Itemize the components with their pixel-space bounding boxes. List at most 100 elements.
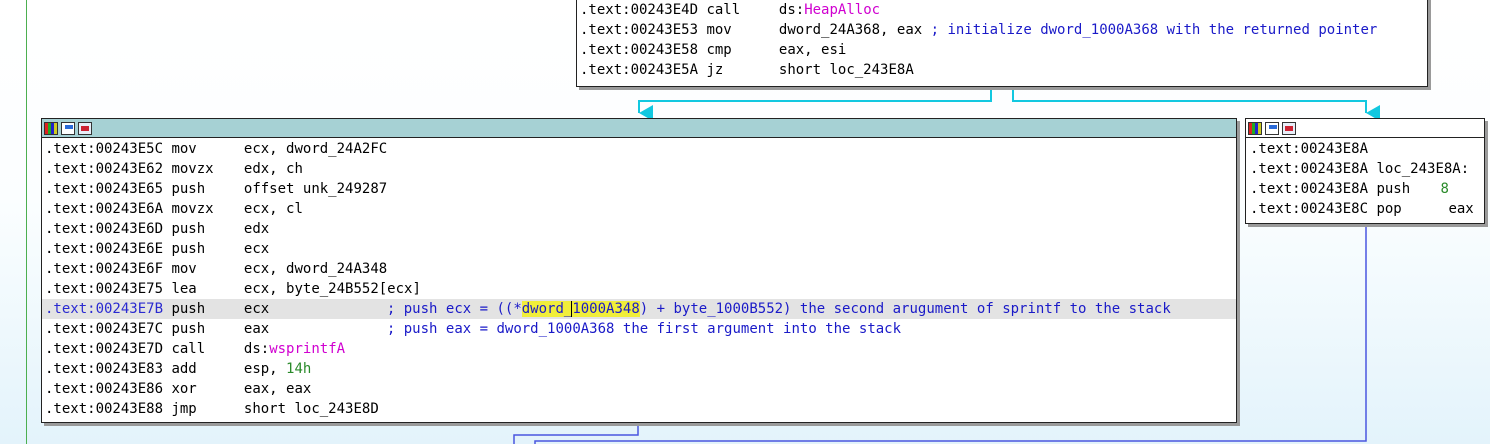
mnemonic: mov (706, 22, 732, 38)
asm-line[interactable]: .text:00243E75 lea ecx, byte_24B552[ecx] (42, 279, 1236, 299)
address: .text:00243E6A (45, 201, 164, 217)
highlighted-identifier[interactable]: 1000A348 (572, 301, 640, 317)
address: .text:00243E88 (45, 401, 164, 417)
address: .text:00243E7C (45, 321, 164, 337)
mnemonic: movzx (171, 161, 214, 177)
address: .text:00243E75 (45, 281, 164, 297)
operand: short loc_243E8A (778, 62, 914, 78)
operand: ds: (243, 341, 270, 357)
asm-line[interactable]: .text:00243E6D push edx (42, 219, 1236, 239)
operand: esp, (243, 361, 287, 377)
mnemonic: push (171, 221, 206, 237)
node-header (1246, 119, 1484, 138)
operand: ecx, cl (243, 201, 303, 217)
operand: dword_24A368, eax (778, 22, 923, 38)
address: .text:00243E65 (45, 181, 164, 197)
mnemonic: push (171, 321, 206, 337)
mnemonic: call (706, 2, 741, 18)
immediate-value: 14h (286, 361, 312, 377)
address: .text:00243E8A (1250, 161, 1369, 177)
asm-line[interactable]: .text:00243E58 cmp eax, esi (577, 40, 1427, 60)
asm-line[interactable]: .text:00243E8C pop eax (1246, 199, 1484, 219)
asm-line[interactable]: .text:00243E4D call ds:HeapAlloc (577, 0, 1427, 20)
asm-line[interactable]: .text:00243E8A push 8 (1246, 179, 1484, 199)
address: .text:00243E7B (45, 301, 164, 317)
asm-line[interactable]: .text:00243E7D call ds:wsprintfA (42, 339, 1236, 359)
operand: edx (243, 221, 270, 237)
asm-line[interactable]: .text:00243E65 push offset unk_249287 (42, 179, 1236, 199)
asm-line[interactable]: .text:00243E88 jmp short loc_243E8D (42, 399, 1236, 419)
mnemonic: push (171, 181, 206, 197)
asm-line[interactable]: .text:00243E86 xor eax, eax (42, 379, 1236, 399)
edge-true-branch (1012, 88, 1380, 121)
code-block-main[interactable]: .text:00243E5C mov ecx, dword_24A2FC .te… (41, 118, 1237, 423)
comment: ; initialize dword_1000A368 with the ret… (930, 22, 1378, 38)
address: .text:00243E53 (580, 22, 699, 38)
rename-node-icon[interactable] (61, 121, 75, 135)
asm-line[interactable]: .text:00243E6A movzx ecx, cl (42, 199, 1236, 219)
code-block-top[interactable]: .text:00243E4D call ds:HeapAlloc .text:0… (576, 0, 1428, 87)
mnemonic: lea (171, 281, 197, 297)
rename-node-icon[interactable] (1265, 121, 1279, 135)
operand: ecx, dword_24A2FC (243, 141, 388, 157)
address: .text:00243E58 (580, 42, 699, 58)
import-name[interactable]: HeapAlloc (804, 2, 880, 18)
address: .text:00243E8C (1250, 201, 1369, 217)
graph-color-icon[interactable] (44, 121, 58, 135)
operand: short loc_243E8D (243, 401, 379, 417)
mnemonic: push (1376, 181, 1411, 197)
asm-line[interactable]: .text:00243E5C mov ecx, dword_24A2FC (42, 139, 1236, 159)
asm-line[interactable]: .text:00243E62 movzx edx, ch (42, 159, 1236, 179)
asm-line-selected[interactable]: .text:00243E7B push ecx ; push ecx = ((*d… (42, 299, 1236, 319)
mnemonic: jz (706, 62, 724, 78)
graph-color-icon[interactable] (1248, 121, 1262, 135)
address: .text:00243E8A (1250, 181, 1369, 197)
mnemonic: jmp (171, 401, 197, 417)
address: .text:00243E6D (45, 221, 164, 237)
comment: ; push eax = dword_1000A368 the first ar… (386, 321, 902, 337)
operand: eax (243, 321, 270, 337)
asm-line[interactable]: .text:00243E8A (1246, 139, 1484, 159)
asm-line[interactable]: .text:00243E6E push ecx (42, 239, 1236, 259)
text-view-icon[interactable] (78, 121, 92, 135)
import-name[interactable]: wsprintfA (269, 341, 345, 357)
operand: ds: (778, 2, 805, 18)
asm-line[interactable]: .text:00243E83 add esp, 14h (42, 359, 1236, 379)
immediate-value: 8 (1440, 181, 1449, 197)
highlighted-identifier[interactable]: dword_ (521, 301, 573, 317)
operand: eax, esi (778, 42, 847, 58)
text-view-icon[interactable] (1282, 121, 1296, 135)
operand: eax, eax (243, 381, 312, 397)
address: .text:00243E6F (45, 261, 164, 277)
code-block-right[interactable]: .text:00243E8A .text:00243E8A loc_243E8A… (1245, 118, 1485, 224)
mnemonic: movzx (171, 201, 214, 217)
mnemonic: cmp (706, 42, 732, 58)
mnemonic: mov (171, 261, 197, 277)
asm-line[interactable]: .text:00243E8A loc_243E8A: (1246, 159, 1484, 179)
asm-line[interactable]: .text:00243E53 mov dword_24A368, eax ; i… (577, 20, 1427, 40)
node-header (42, 119, 1236, 138)
address: .text:00243E83 (45, 361, 164, 377)
operand: offset unk_249287 (243, 181, 388, 197)
mnemonic: push (171, 301, 206, 317)
mnemonic: pop (1376, 201, 1402, 217)
address: .text:00243E86 (45, 381, 164, 397)
operand: ecx (243, 241, 270, 257)
address: .text:00243E5A (580, 62, 699, 78)
graph-view[interactable]: .text:00243E4D call ds:HeapAlloc .text:0… (0, 0, 1490, 444)
asm-line[interactable]: .text:00243E5A jz short loc_243E8A (577, 60, 1427, 80)
comment: ) + byte_1000B552) the second arugument … (639, 301, 1171, 317)
comment: ; push ecx = ((* (386, 301, 522, 317)
asm-line[interactable]: .text:00243E6F mov ecx, dword_24A348 (42, 259, 1236, 279)
operand: ecx, byte_24B552[ecx] (243, 281, 421, 297)
asm-line[interactable]: .text:00243E7C push eax ; push eax = dwor… (42, 319, 1236, 339)
address: .text:00243E7D (45, 341, 164, 357)
mnemonic: call (171, 341, 206, 357)
operand: eax (1448, 201, 1474, 217)
label[interactable]: loc_243E8A: (1376, 161, 1469, 177)
operand: ecx, dword_24A348 (243, 261, 388, 277)
address: .text:00243E8A (1250, 141, 1369, 157)
address: .text:00243E6E (45, 241, 164, 257)
address: .text:00243E4D (580, 2, 699, 18)
mnemonic: add (171, 361, 197, 377)
